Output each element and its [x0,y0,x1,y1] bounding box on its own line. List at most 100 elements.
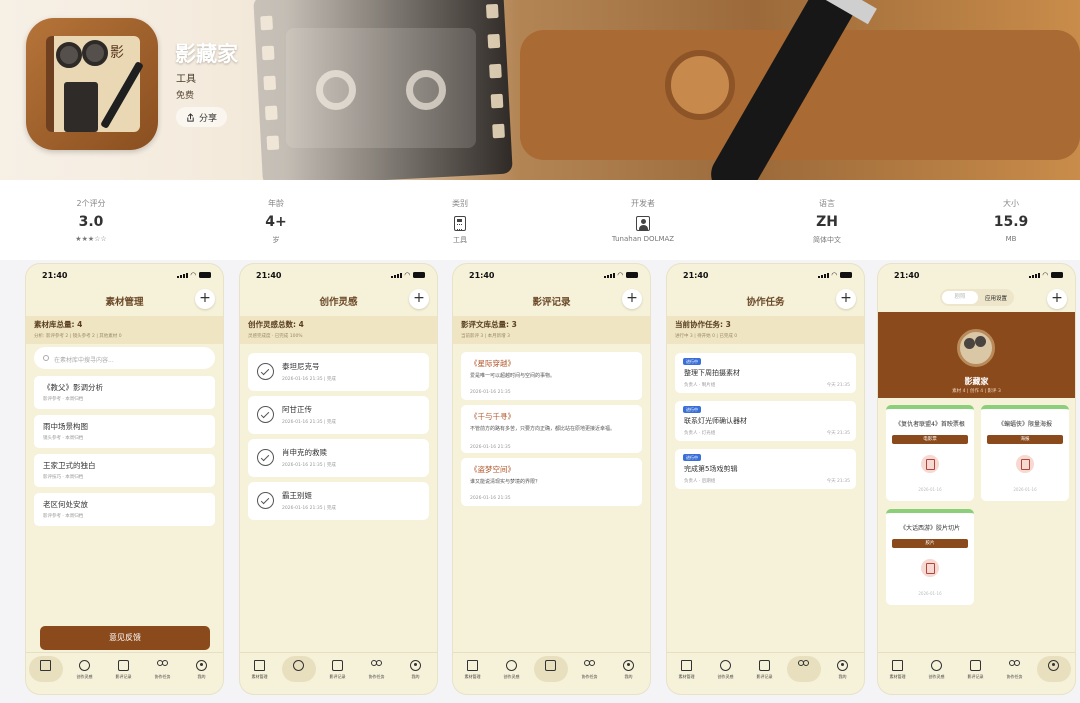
poster-card[interactable]: 《复仇者联盟4》首映票根 电影票 2026-01-16 [886,405,974,501]
search-placeholder: 在素材库中搜寻内容... [54,357,114,364]
tab-label: 素材管理 [37,674,54,679]
info-age: 年龄 4+ 岁 [206,180,346,245]
add-button[interactable]: + [409,289,429,309]
hero-leather-button [665,50,735,120]
tab-materials[interactable]: 素材管理 [878,655,917,687]
wifi-icon: ◠ [1042,271,1048,279]
tab-inspiration[interactable]: 创作灵感 [65,655,104,687]
tab-inspiration[interactable]: 创作灵感 [492,655,531,687]
screenshot-reviews[interactable]: 21:40 ◠ 影评记录 + 影评文库总量: 3 当前影评 3 | 本月新增 3… [453,264,650,694]
share-button[interactable]: 分享 [176,107,228,127]
profile-stats: 素材 4 | 创作 4 | 影评 3 [952,389,1001,394]
status-time: 21:40 [42,271,68,280]
tab-tasks[interactable]: 协作任务 [357,655,396,687]
task-card[interactable]: 进行中 完成第5场戏剪辑 负责人 · 后期组 今天 21:35 [675,449,856,489]
item-title: 肖申克的救赎 [282,448,327,457]
screenshot-profile[interactable]: 21:40 ◠ 剧照 应用设置 + 影藏家 素材 4 | 创作 4 | 影评 3… [878,264,1075,694]
tab-profile[interactable]: 我的 [823,655,862,687]
tab-materials[interactable]: 素材管理 [453,655,492,687]
item-title: 阿甘正传 [282,405,312,414]
app-title: 影藏家 [175,42,238,66]
profile-icon [837,660,848,671]
list-item[interactable]: 霸王别姬 2026-01-16 21:35 | 完成 [248,482,429,520]
segment-stills[interactable]: 剧照 [942,291,978,304]
tab-reviews[interactable]: 影评记录 [104,655,143,687]
add-button[interactable]: + [836,289,856,309]
info-category[interactable]: 类别 工具 [390,180,530,245]
edit-icon [759,660,770,671]
list-item[interactable]: 《教父》影调分析 影评参考 · 本周归档 [34,376,215,409]
list-item[interactable]: 雨中场景构图 镜头参考 · 本周归档 [34,415,215,448]
compass-icon [506,660,517,671]
tab-tasks[interactable]: 协作任务 [784,655,823,687]
plus-icon: + [840,290,852,306]
item-meta: 影评参考 · 本周归档 [43,514,84,519]
tab-reviews[interactable]: 影评记录 [745,655,784,687]
search-input[interactable]: 在素材库中搜寻内容... [34,347,215,369]
review-card[interactable]: 《盗梦空间》 谁又能说清现实与梦境的界限？ 2026-01-16 21:35 [461,458,642,506]
tab-inspiration[interactable]: 创作灵感 [279,655,318,687]
tab-profile[interactable]: 我的 [1034,655,1073,687]
tab-reviews[interactable]: 影评记录 [956,655,995,687]
review-card[interactable]: 《千与千寻》 不管前方的路有多苦，只要方向正确，都比站在原地更接近幸福。 2026-… [461,405,642,453]
tab-profile[interactable]: 我的 [182,655,221,687]
tab-label: 素材管理 [889,674,906,679]
nav-title: 素材管理 [105,297,144,308]
tab-materials[interactable]: 素材管理 [667,655,706,687]
summary-panel: 素材库总量: 4 分析: 影评参考 2 | 镜头参考 2 | 其他素材 0 [26,316,223,344]
tab-tasks[interactable]: 协作任务 [995,655,1034,687]
tab-profile[interactable]: 我的 [609,655,648,687]
tab-materials[interactable]: 素材管理 [26,655,65,687]
info-ratings[interactable]: 2个评分 3.0 ★★★☆☆ [21,180,161,243]
add-button[interactable]: + [1047,289,1067,309]
list-item[interactable]: 阿甘正传 2026-01-16 21:35 | 完成 [248,396,429,434]
add-button[interactable]: + [622,289,642,309]
tab-label: 创作灵感 [503,674,520,679]
tab-materials[interactable]: 素材管理 [240,655,279,687]
info-value: 3.0 [78,214,104,230]
summary-panel: 当前协作任务: 3 进行中 3 | 待开始 0 | 已完成 0 [667,316,864,344]
info-sub: MB [1005,235,1017,243]
add-button[interactable]: + [195,289,215,309]
info-size: 大小 15.9 MB [941,180,1080,243]
poster-card[interactable]: 《蝙蝠侠》限量海报 海报 2026-01-16 [981,405,1069,501]
info-developer[interactable]: 开发者 Tunahan DOLMAZ [573,180,713,243]
tab-inspiration[interactable]: 创作灵感 [706,655,745,687]
list-item[interactable]: 泰坦尼克号 2026-01-16 21:35 | 完成 [248,353,429,391]
list-item[interactable]: 肖申克的救赎 2026-01-16 21:35 | 完成 [248,439,429,477]
tab-inspiration[interactable]: 创作灵感 [917,655,956,687]
check-circle-icon [257,363,274,380]
tab-reviews[interactable]: 影评记录 [318,655,357,687]
tab-tasks[interactable]: 协作任务 [570,655,609,687]
item-meta: 2026-01-16 21:35 | 完成 [282,420,336,425]
screenshot-materials[interactable]: 21:40 ◠ 素材管理 + 素材库总量: 4 分析: 影评参考 2 | 镜头参… [26,264,223,694]
app-category[interactable]: 工具 [176,70,196,85]
tab-profile[interactable]: 我的 [396,655,435,687]
poster-card[interactable]: 《大话西游》胶片切片 胶片 2026-01-16 [886,509,974,605]
review-date: 2026-01-16 21:35 [470,445,511,450]
feedback-button[interactable]: 意见反馈 [40,626,210,650]
task-card[interactable]: 进行中 整理下周拍摄素材 负责人 · 制片组 今天 21:35 [675,353,856,393]
info-label: 开发者 [631,199,655,208]
poster-title: 《蝙蝠侠》限量海报 [997,421,1052,428]
review-title: 《千与千寻》 [470,412,515,421]
segmented-control[interactable]: 剧照 应用设置 [940,289,1014,306]
task-card[interactable]: 进行中 联系灯光师确认器材 负责人 · 灯光组 今天 21:35 [675,401,856,441]
review-card[interactable]: 《星际穿越》 爱是唯一可以超越时间与空间的事物。 2026-01-16 21:35 [461,352,642,400]
screenshot-tasks[interactable]: 21:40 ◠ 协作任务 + 当前协作任务: 3 进行中 3 | 待开始 0 |… [667,264,864,694]
screenshot-inspiration[interactable]: 21:40 ◠ 创作灵感 + 创作灵感总数: 4 灵感完成度 · 已完成 100… [240,264,437,694]
tab-tasks[interactable]: 协作任务 [143,655,182,687]
wifi-icon: ◠ [617,271,623,279]
list-item[interactable]: 王家卫式的独白 影评技巧 · 本周归档 [34,454,215,487]
wifi-icon: ◠ [190,271,196,279]
search-icon [43,355,49,361]
profile-icon [196,660,207,671]
poster-title: 《复仇者联盟4》首映票根 [895,421,965,428]
avatar[interactable] [957,329,995,367]
segment-settings[interactable]: 应用设置 [978,294,1014,302]
status-badge: 进行中 [683,358,701,365]
list-item[interactable]: 老区何处安放 影评参考 · 本周归档 [34,493,215,526]
tab-label: 创作灵感 [928,674,945,679]
status-time: 21:40 [683,271,709,280]
tab-reviews[interactable]: 影评记录 [531,655,570,687]
